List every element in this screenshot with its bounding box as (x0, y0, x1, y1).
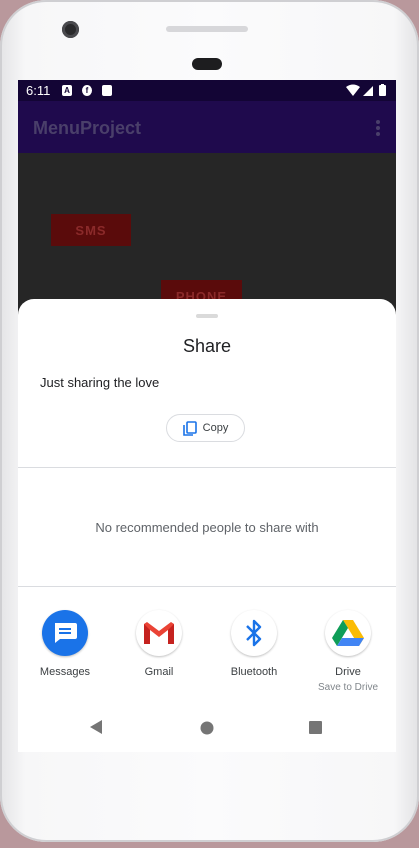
wifi-icon (346, 84, 360, 96)
shared-text: Just sharing the love (40, 375, 160, 390)
back-icon[interactable] (89, 719, 103, 735)
sd-card-icon (102, 85, 112, 96)
share-sheet: Share Just sharing the love Copy No reco… (18, 299, 396, 752)
feedly-icon: f (82, 85, 92, 96)
more-vert-icon[interactable] (376, 120, 380, 136)
share-target-label: Bluetooth (230, 666, 278, 678)
signal-icon (363, 86, 373, 96)
divider (18, 586, 396, 587)
no-recommendations-text: No recommended people to share with (95, 520, 319, 535)
earpiece (192, 58, 222, 70)
share-title: Share (182, 336, 232, 356)
messages-icon (42, 610, 88, 656)
a-icon: A (62, 85, 72, 96)
home-icon[interactable] (200, 721, 214, 735)
battery-icon (379, 85, 386, 96)
gmail-icon (136, 610, 182, 656)
drag-handle[interactable] (196, 314, 218, 318)
screen: 6:11 A f MenuProject SMS PHONE Share Jus… (18, 80, 396, 752)
share-target-bluetooth[interactable]: Bluetooth (214, 610, 294, 678)
share-target-label: Messages (39, 666, 91, 678)
recents-icon[interactable] (309, 721, 323, 735)
copy-label: Copy (202, 422, 229, 434)
app-title: MenuProject (33, 118, 142, 138)
status-right-icons (346, 84, 386, 96)
share-target-gmail[interactable]: Gmail (119, 610, 199, 678)
share-target-label: Gmail (144, 666, 174, 678)
status-time: 6:11 (26, 83, 51, 98)
divider (18, 467, 396, 468)
phone-frame: 6:11 A f MenuProject SMS PHONE Share Jus… (0, 0, 419, 842)
speaker-grille (166, 26, 248, 32)
share-target-drive[interactable]: Drive Save to Drive (308, 610, 388, 693)
copy-button[interactable]: Copy (166, 414, 245, 442)
front-camera (62, 21, 79, 38)
bluetooth-icon (231, 610, 277, 656)
status-bar: 6:11 A f (18, 80, 396, 101)
drive-icon (325, 610, 371, 656)
nav-bar (18, 701, 396, 752)
sms-button[interactable]: SMS (51, 214, 131, 246)
app-bar: MenuProject (18, 101, 396, 153)
share-target-sublabel: Save to Drive (317, 682, 379, 693)
copy-icon (182, 420, 197, 436)
share-target-messages[interactable]: Messages (25, 610, 105, 678)
share-target-label: Drive (335, 666, 361, 678)
